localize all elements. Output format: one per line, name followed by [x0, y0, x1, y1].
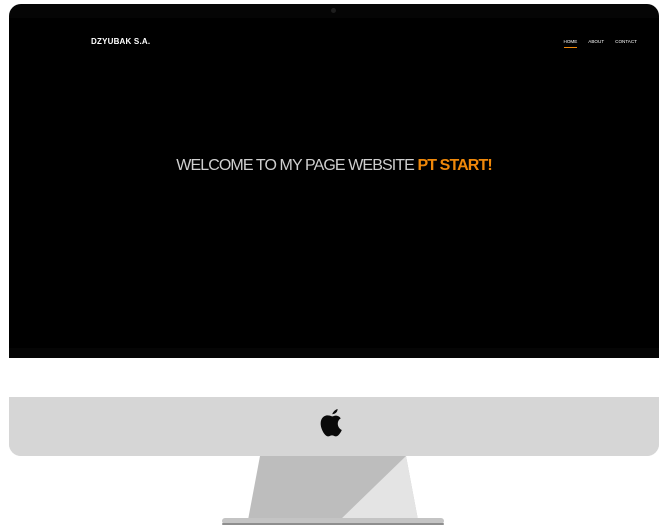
apple-icon: [320, 409, 342, 437]
site-nav: HOME ABOUT CONTACT: [563, 39, 637, 48]
nav-about[interactable]: ABOUT: [588, 39, 604, 48]
site-brand[interactable]: DZYUBAK S.A.: [91, 37, 150, 46]
monitor-chin-white: [9, 358, 659, 397]
screen-bezel: DZYUBAK S.A. HOME ABOUT CONTACT WELCOME …: [9, 4, 659, 358]
camera-icon: [331, 8, 336, 13]
screen: DZYUBAK S.A. HOME ABOUT CONTACT WELCOME …: [9, 18, 659, 348]
monitor-stand: [222, 456, 444, 525]
hero-heading: WELCOME TO MY PAGE WEBSITE PT START!: [9, 157, 659, 175]
nav-contact[interactable]: CONTACT: [615, 39, 637, 48]
monitor: DZYUBAK S.A. HOME ABOUT CONTACT WELCOME …: [9, 4, 659, 456]
hero-main-text: WELCOME TO MY PAGE WEBSITE: [176, 157, 415, 174]
hero-accent-text: PT START!: [417, 157, 492, 174]
nav-home[interactable]: HOME: [563, 39, 577, 48]
